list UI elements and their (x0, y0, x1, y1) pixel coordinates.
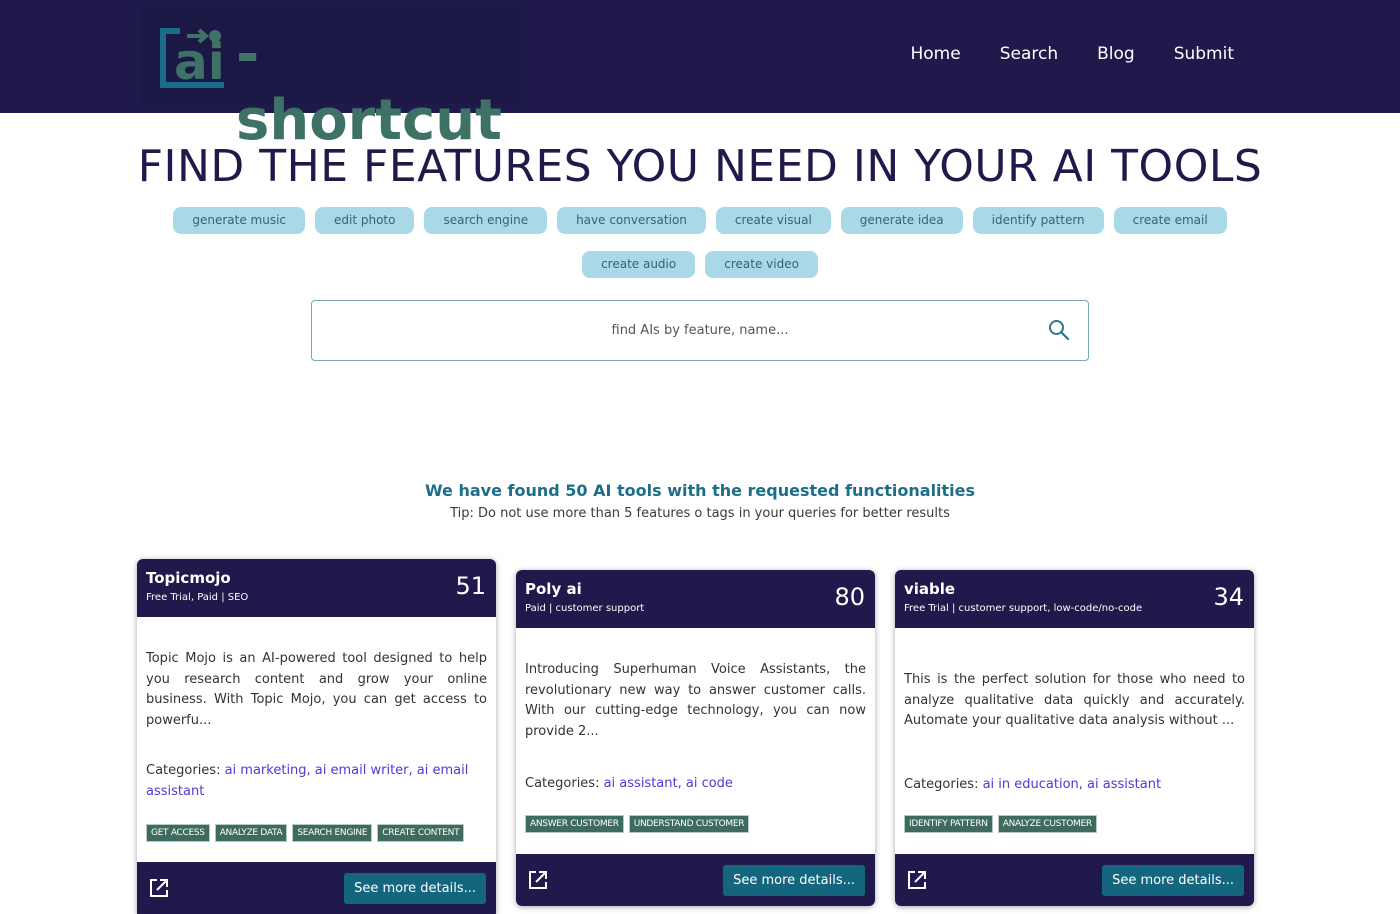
feature-tag[interactable]: search engine (424, 207, 548, 234)
tool-name[interactable]: Poly ai (525, 580, 866, 598)
see-more-details-button[interactable]: See more details... (723, 865, 865, 896)
tool-pricing-meta: Free Trial | customer support, low-code/… (904, 603, 1143, 614)
tool-pricing-meta: Paid | customer support (525, 603, 645, 614)
card-header: Poly ai Paid | customer support 80 (516, 570, 875, 628)
logo-text: -shortcut (236, 22, 502, 153)
feature-badges: ANSWER CUSTOMER UNDERSTAND CUSTOMER (525, 814, 866, 833)
card-footer: See more details... (137, 862, 496, 914)
logo[interactable]: ai -shortcut (140, 8, 520, 153)
tool-score: 34 (1213, 583, 1244, 611)
feature-tag[interactable]: create video (705, 251, 818, 278)
feature-tag[interactable]: create email (1113, 207, 1227, 234)
nav-submit-link[interactable]: Submit (1174, 44, 1234, 64)
tool-description: This is the perfect solution for those w… (904, 672, 1245, 728)
nav-blog-link[interactable]: Blog (1097, 44, 1135, 64)
feature-badge: CREATE CONTENT (377, 824, 465, 842)
nav-home-link[interactable]: Home (911, 44, 961, 64)
external-link-icon[interactable] (906, 869, 928, 891)
category-links[interactable]: ai assistant, ai code (604, 776, 733, 791)
tool-description: Introducing Superhuman Voice Assistants,… (525, 662, 866, 739)
nav-search-link[interactable]: Search (1000, 44, 1058, 64)
feature-tags-row-1: generate music edit photo search engine … (0, 207, 1400, 234)
feature-badges: IDENTIFY PATTERN ANALYZE CUSTOMER (904, 815, 1245, 833)
search-box (311, 300, 1089, 361)
tool-score: 80 (834, 583, 865, 611)
feature-tag[interactable]: generate idea (840, 207, 963, 234)
feature-tags-row-2: create audio create video (0, 251, 1400, 278)
tool-categories: Categories: ai assistant, ai code (525, 774, 866, 795)
see-more-details-button[interactable]: See more details... (344, 873, 486, 904)
tool-pricing-meta: Free Trial, Paid | SEO (146, 592, 249, 603)
categories-label: Categories: (525, 776, 600, 791)
tool-name[interactable]: Topicmojo (146, 569, 487, 587)
tool-categories: Categories: ai in education, ai assistan… (904, 775, 1245, 796)
tool-categories: Categories: ai marketing, ai email write… (146, 761, 487, 802)
tool-score: 51 (455, 572, 486, 600)
feature-badge: IDENTIFY PATTERN (904, 815, 993, 833)
feature-tag[interactable]: have conversation (557, 207, 706, 234)
external-link-icon[interactable] (527, 869, 549, 891)
page-title: FIND THE FEATURES YOU NEED IN YOUR AI TO… (137, 141, 1263, 192)
external-link-icon[interactable] (148, 877, 170, 899)
search-tip: Tip: Do not use more than 5 features o t… (450, 506, 950, 521)
category-links[interactable]: ai in education, ai assistant (983, 777, 1161, 792)
categories-label: Categories: (146, 763, 221, 778)
tool-card-viable: viable Free Trial | customer support, lo… (895, 570, 1254, 906)
feature-tag[interactable]: edit photo (315, 207, 415, 234)
feature-tag[interactable]: create visual (715, 207, 831, 234)
card-footer: See more details... (895, 854, 1254, 906)
search-input[interactable] (380, 323, 1020, 338)
site-header: ai -shortcut Home Search Blog Submit (0, 0, 1400, 153)
feature-badges: GET ACCESS ANALYZE DATA SEARCH ENGINE CR… (146, 824, 487, 842)
card-header: Topicmojo Free Trial, Paid | SEO 51 (137, 559, 496, 617)
search-icon[interactable] (1048, 319, 1070, 341)
card-body: This is the perfect solution for those w… (895, 670, 1254, 833)
main-nav: Home Search Blog Submit (911, 44, 1235, 64)
card-body: Introducing Superhuman Voice Assistants,… (516, 660, 875, 833)
tool-name[interactable]: viable (904, 580, 1245, 598)
tool-card-poly-ai: Poly ai Paid | customer support 80 Intro… (516, 570, 875, 906)
categories-label: Categories: (904, 776, 979, 792)
feature-badge: UNDERSTAND CUSTOMER (628, 814, 750, 833)
card-header: viable Free Trial | customer support, lo… (895, 570, 1254, 628)
feature-tag[interactable]: generate music (173, 207, 305, 234)
see-more-details-button[interactable]: See more details... (1102, 865, 1244, 896)
results-count-heading: We have found 50 AI tools with the reque… (424, 481, 976, 500)
feature-tag[interactable]: create audio (582, 251, 696, 278)
feature-tag[interactable]: identify pattern (972, 207, 1104, 234)
feature-badge: GET ACCESS (146, 824, 210, 842)
feature-badge: SEARCH ENGINE (292, 824, 373, 842)
feature-badge: ANSWER CUSTOMER (525, 814, 624, 833)
card-footer: See more details... (516, 854, 875, 906)
tool-card-topicmojo: Topicmojo Free Trial, Paid | SEO 51 Topi… (137, 559, 496, 914)
feature-badge: ANALYZE DATA (214, 824, 288, 842)
logo-ai-mark-icon: ai (160, 28, 225, 91)
tool-description: Topic Mojo is an AI-powered tool designe… (146, 651, 487, 728)
card-body: Topic Mojo is an AI-powered tool designe… (137, 649, 496, 842)
feature-badge: ANALYZE CUSTOMER (997, 815, 1097, 833)
